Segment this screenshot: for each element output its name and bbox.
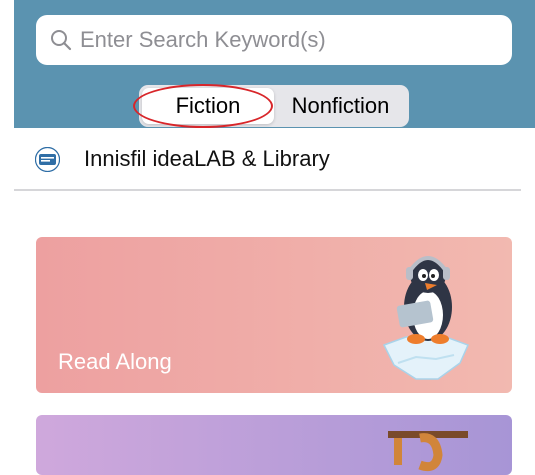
divider xyxy=(14,189,521,191)
penguin-illustration xyxy=(382,256,470,380)
library-logo xyxy=(35,147,60,172)
second-card[interactable] xyxy=(36,415,512,475)
read-along-title: Read Along xyxy=(58,349,172,374)
tab-fiction-label: Fiction xyxy=(175,93,241,118)
monkey-illustration xyxy=(388,431,468,472)
search-icon xyxy=(51,30,72,51)
search-placeholder: Enter Search Keyword(s) xyxy=(80,27,326,52)
tab-fiction[interactable]: Fiction xyxy=(142,88,274,124)
library-name: Innisfil ideaLAB & Library xyxy=(84,146,330,171)
search-bar[interactable]: Enter Search Keyword(s) xyxy=(36,15,512,65)
genre-segmented-control: Fiction Nonfiction xyxy=(139,85,409,127)
library-row[interactable]: Innisfil ideaLAB & Library xyxy=(14,128,535,190)
tab-nonfiction[interactable]: Nonfiction xyxy=(275,88,406,124)
tab-nonfiction-label: Nonfiction xyxy=(291,93,390,118)
read-along-card[interactable]: Read Along xyxy=(36,237,512,393)
